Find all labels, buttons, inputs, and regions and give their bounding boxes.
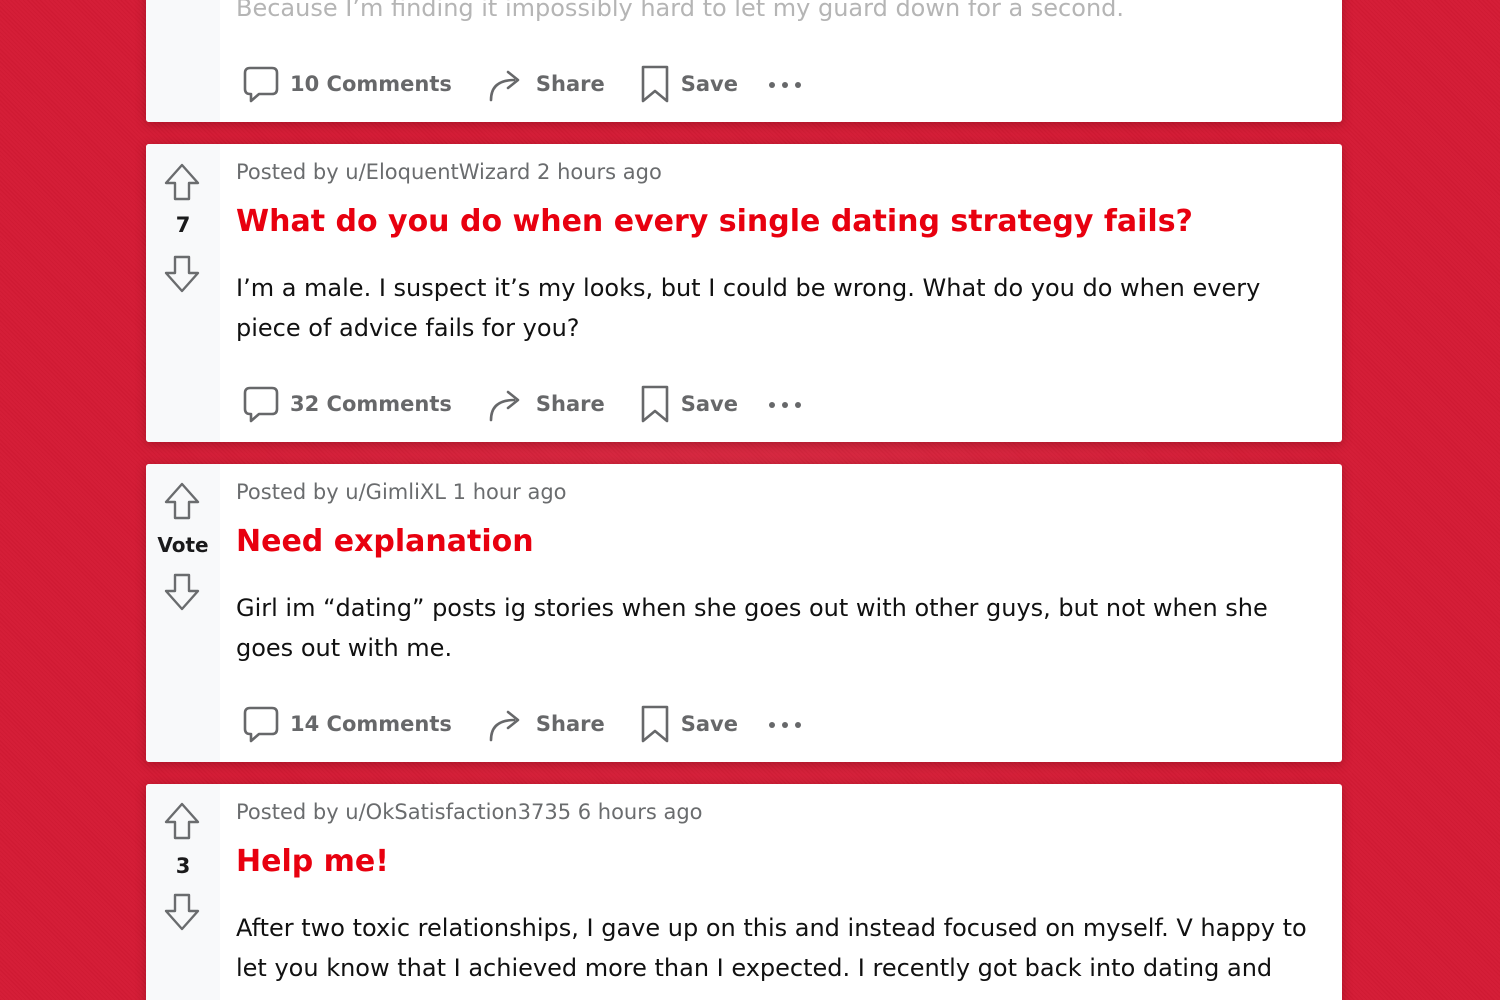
post-meta: Posted by u/OkSatisfaction3735 6 hours a… — [236, 800, 703, 824]
post-body: After two toxic relationships, I gave up… — [236, 908, 1326, 988]
save-button[interactable]: Save — [639, 382, 738, 426]
post-body-line: let you know that I achieved more than I… — [236, 954, 1273, 982]
comment-bubble-icon — [242, 64, 280, 104]
comments-button[interactable]: 10 Comments — [242, 62, 452, 106]
bookmark-icon — [639, 64, 671, 104]
post-title[interactable]: What do you do when every single dating … — [236, 204, 1193, 239]
post-body-line: Girl im “dating” posts ig stories when s… — [236, 594, 1268, 622]
more-dots-icon — [768, 75, 802, 94]
save-label: Save — [680, 72, 738, 96]
upvote-arrow-icon — [164, 801, 200, 841]
post-card: Because I’m finding it impossibly hard t… — [146, 0, 1342, 122]
vote-column — [146, 0, 220, 122]
post-card: 3 Posted by u/OkSatisfaction3735 6 hours… — [146, 784, 1342, 1000]
post-title[interactable]: Help me! — [236, 844, 389, 879]
comments-button[interactable]: 32 Comments — [242, 382, 452, 426]
post-actions: 32 Comments Share Save — [242, 382, 802, 426]
more-options-button[interactable] — [768, 382, 802, 426]
comments-count: 14 Comments — [290, 712, 452, 736]
save-button[interactable]: Save — [639, 62, 738, 106]
post-body: Girl im “dating” posts ig stories when s… — [236, 588, 1326, 668]
downvote-button[interactable] — [164, 254, 200, 294]
downvote-arrow-icon — [164, 572, 200, 612]
more-dots-icon — [768, 715, 802, 734]
post-card: Vote Posted by u/GimliXL 1 hour ago Need… — [146, 464, 1342, 762]
share-label: Share — [535, 72, 605, 96]
more-options-button[interactable] — [768, 62, 802, 106]
comments-count: 10 Comments — [290, 72, 452, 96]
upvote-button[interactable] — [164, 481, 200, 521]
downvote-button[interactable] — [164, 572, 200, 612]
comment-bubble-icon — [242, 704, 280, 744]
post-body-line: goes out with me. — [236, 634, 453, 662]
post-body-line: I’m a male. I suspect it’s my looks, but… — [236, 274, 1261, 302]
downvote-arrow-icon — [164, 254, 200, 294]
comment-bubble-icon — [242, 384, 280, 424]
vote-count: 7 — [175, 213, 191, 237]
post-body: Because I’m finding it impossibly hard t… — [236, 0, 1326, 28]
vote-count: 3 — [175, 854, 191, 878]
comments-button[interactable]: 14 Comments — [242, 702, 452, 746]
vote-column: 3 — [146, 784, 220, 1000]
post-actions: 10 Comments Share Save — [242, 62, 802, 106]
upvote-arrow-icon — [164, 162, 200, 202]
share-label: Share — [535, 392, 605, 416]
upvote-button[interactable] — [164, 801, 200, 841]
save-label: Save — [680, 392, 738, 416]
share-arrow-icon — [486, 704, 526, 744]
vote-column: Vote — [146, 464, 220, 762]
post-card: 7 Posted by u/EloquentWizard 2 hours ago… — [146, 144, 1342, 442]
share-label: Share — [535, 712, 605, 736]
downvote-arrow-icon — [164, 892, 200, 932]
post-meta: Posted by u/GimliXL 1 hour ago — [236, 480, 567, 504]
share-button[interactable]: Share — [486, 62, 605, 106]
share-button[interactable]: Share — [486, 702, 605, 746]
bookmark-icon — [639, 704, 671, 744]
save-button[interactable]: Save — [639, 702, 738, 746]
post-body-line: After two toxic relationships, I gave up… — [236, 914, 1307, 942]
share-arrow-icon — [486, 64, 526, 104]
post-title[interactable]: Need explanation — [236, 524, 534, 559]
downvote-button[interactable] — [164, 892, 200, 932]
vote-column: 7 — [146, 144, 220, 442]
bookmark-icon — [639, 384, 671, 424]
share-arrow-icon — [486, 384, 526, 424]
more-dots-icon — [768, 395, 802, 414]
save-label: Save — [680, 712, 738, 736]
vote-count: Vote — [157, 533, 209, 557]
more-options-button[interactable] — [768, 702, 802, 746]
upvote-arrow-icon — [164, 481, 200, 521]
upvote-button[interactable] — [164, 162, 200, 202]
share-button[interactable]: Share — [486, 382, 605, 426]
post-meta: Posted by u/EloquentWizard 2 hours ago — [236, 160, 662, 184]
post-actions: 14 Comments Share Save — [242, 702, 802, 746]
comments-count: 32 Comments — [290, 392, 452, 416]
post-body-line: piece of advice fails for you? — [236, 314, 580, 342]
post-body: I’m a male. I suspect it’s my looks, but… — [236, 268, 1326, 348]
post-body-line: Because I’m finding it impossibly hard t… — [236, 0, 1125, 22]
